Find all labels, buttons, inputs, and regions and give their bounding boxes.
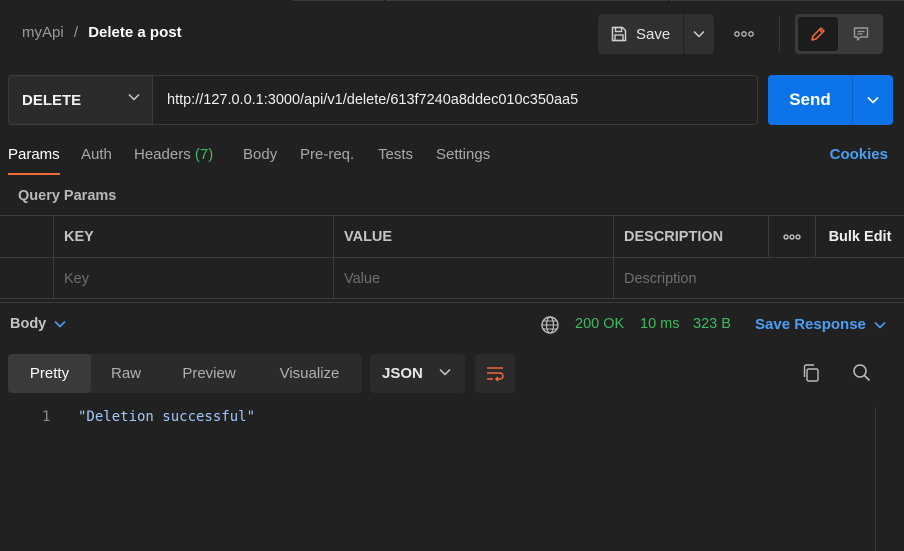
tab-settings[interactable]: Settings bbox=[436, 146, 490, 174]
save-group: Save bbox=[598, 14, 714, 54]
url-input[interactable]: http://127.0.0.1:3000/api/v1/delete/613f… bbox=[167, 92, 578, 108]
globe-icon bbox=[541, 316, 559, 334]
breadcrumb-workspace[interactable]: myApi bbox=[22, 24, 64, 41]
request-header: myApi / Delete a post Save bbox=[0, 10, 904, 58]
view-tab-preview[interactable]: Preview bbox=[161, 354, 257, 393]
tab-label: Headers bbox=[134, 146, 191, 163]
chevron-down-icon bbox=[439, 368, 451, 376]
view-tab-visualize[interactable]: Visualize bbox=[257, 354, 362, 393]
search-button[interactable] bbox=[851, 362, 873, 387]
tab-auth[interactable]: Auth bbox=[81, 146, 112, 174]
request-tabs: Params Auth Headers (7) Body Pre-req. Te… bbox=[8, 146, 898, 176]
column-options-button[interactable] bbox=[768, 216, 815, 257]
save-label: Save bbox=[636, 25, 671, 43]
search-icon bbox=[853, 364, 871, 382]
table-row: Key Value Description bbox=[0, 258, 904, 300]
top-tab-strip bbox=[0, 0, 904, 3]
save-options-button[interactable] bbox=[684, 14, 714, 54]
pencil-icon bbox=[811, 27, 825, 41]
send-group: Send bbox=[768, 75, 893, 125]
chevron-down-icon bbox=[874, 321, 886, 329]
tab-label: Auth bbox=[81, 146, 112, 163]
key-input[interactable]: Key bbox=[53, 258, 334, 299]
more-dots-icon bbox=[734, 31, 754, 37]
send-options-button[interactable] bbox=[853, 75, 893, 125]
save-icon bbox=[611, 26, 627, 42]
response-view-tabs: Pretty Raw Preview Visualize bbox=[8, 354, 362, 393]
network-info-button[interactable] bbox=[540, 315, 560, 338]
send-button[interactable]: Send bbox=[768, 75, 852, 125]
line-number: 1 bbox=[42, 409, 51, 425]
method-label: DELETE bbox=[22, 91, 82, 109]
chevron-down-icon bbox=[867, 96, 879, 104]
response-code-line[interactable]: "Deletion successful" bbox=[78, 409, 255, 425]
editor-scrollbar[interactable] bbox=[875, 407, 904, 551]
breadcrumb-separator: / bbox=[73, 24, 79, 41]
mode-toggle bbox=[795, 14, 883, 54]
tab-headers[interactable]: Headers (7) bbox=[134, 146, 213, 174]
tab-label: Pre-req. bbox=[300, 146, 355, 163]
top-tab-edge bbox=[386, 0, 668, 3]
tab-label: Settings bbox=[436, 146, 491, 163]
tab-body[interactable]: Body bbox=[243, 146, 277, 174]
status-code[interactable]: 200 OK bbox=[575, 316, 624, 332]
chevron-down-icon bbox=[128, 93, 140, 101]
request-name[interactable]: Delete a post bbox=[88, 24, 181, 41]
tab-params[interactable]: Params bbox=[8, 146, 60, 175]
copy-button[interactable] bbox=[800, 362, 822, 387]
chevron-down-icon bbox=[54, 320, 66, 328]
chevron-down-icon bbox=[693, 30, 705, 38]
view-tab-pretty[interactable]: Pretty bbox=[8, 354, 91, 393]
response-divider bbox=[0, 302, 904, 303]
tab-label: Body bbox=[243, 146, 278, 163]
format-label: JSON bbox=[382, 365, 423, 382]
save-response-label: Save Response bbox=[755, 316, 866, 333]
description-input[interactable]: Description bbox=[613, 258, 904, 299]
table-header-row: KEY VALUE DESCRIPTION Bulk Edit bbox=[0, 216, 904, 258]
save-response-button[interactable]: Save Response bbox=[755, 316, 886, 333]
query-params-title: Query Params bbox=[18, 188, 117, 204]
top-tab-edge bbox=[670, 0, 904, 3]
response-size[interactable]: 323 B bbox=[693, 316, 731, 332]
column-key: KEY bbox=[53, 216, 334, 257]
top-tab-edge bbox=[292, 0, 384, 3]
row-checkbox-cell bbox=[0, 258, 54, 299]
wrap-lines-button[interactable] bbox=[475, 354, 515, 393]
tab-tests[interactable]: Tests bbox=[378, 146, 413, 174]
value-input[interactable]: Value bbox=[333, 258, 614, 299]
checkbox-column bbox=[0, 216, 54, 257]
more-actions-button[interactable] bbox=[730, 24, 758, 44]
breadcrumb: myApi / Delete a post bbox=[22, 24, 182, 41]
column-description: DESCRIPTION bbox=[613, 216, 769, 257]
request-bar: DELETE http://127.0.0.1:3000/api/v1/dele… bbox=[8, 75, 758, 125]
response-time[interactable]: 10 ms bbox=[640, 316, 680, 332]
comments-mode-button[interactable] bbox=[841, 17, 881, 51]
view-tab-raw[interactable]: Raw bbox=[91, 354, 161, 393]
copy-icon bbox=[803, 364, 819, 382]
wrap-lines-icon bbox=[487, 366, 504, 382]
more-dots-icon bbox=[783, 233, 801, 240]
cookies-link[interactable]: Cookies bbox=[830, 146, 888, 163]
tab-label: Tests bbox=[378, 146, 414, 163]
column-value: VALUE bbox=[333, 216, 614, 257]
response-section-select[interactable]: Body bbox=[10, 316, 66, 332]
tab-pre-request[interactable]: Pre-req. bbox=[300, 146, 354, 174]
response-section-label: Body bbox=[10, 316, 47, 332]
method-select[interactable]: DELETE bbox=[9, 76, 153, 124]
tab-label: Params bbox=[8, 146, 60, 163]
header-divider bbox=[779, 16, 780, 52]
comment-icon bbox=[853, 27, 869, 41]
headers-count: (7) bbox=[194, 146, 214, 163]
save-button[interactable]: Save bbox=[598, 14, 683, 54]
query-params-table: KEY VALUE DESCRIPTION Bulk Edit Key Valu… bbox=[0, 215, 904, 299]
postman-window: myApi / Delete a post Save DELETE http:/… bbox=[0, 0, 904, 551]
edit-mode-button[interactable] bbox=[798, 17, 838, 51]
bulk-edit-button[interactable]: Bulk Edit bbox=[815, 216, 904, 257]
format-select[interactable]: JSON bbox=[370, 354, 465, 393]
